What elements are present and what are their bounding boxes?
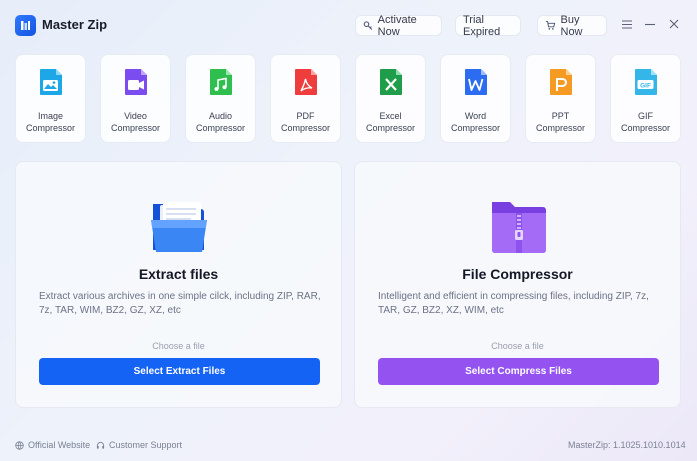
extract-description: Extract various archives in one simple c… (39, 291, 321, 316)
globe-icon (15, 440, 24, 450)
tool-label-line1: Word (464, 111, 487, 121)
zip-folder-icon (492, 202, 546, 253)
tool-label-line2: Compressor (110, 123, 160, 133)
word-icon (465, 69, 487, 95)
cart-icon (545, 21, 556, 30)
folder-icon (151, 202, 207, 252)
tool-card-ppt[interactable]: PPT Compressor (525, 54, 596, 143)
pdf-icon (295, 69, 317, 95)
excel-icon (380, 69, 402, 95)
version-text: MasterZip: 1.1025.1010.1014 (568, 440, 686, 450)
close-icon[interactable] (667, 17, 681, 31)
trial-expired-label: Trial Expired (463, 13, 501, 38)
tool-label-line1: GIF (638, 111, 653, 121)
tool-label-line2: Compressor (365, 123, 415, 133)
key-icon (363, 21, 373, 30)
extract-title: Extract files (138, 266, 219, 282)
compress-title: File Compressor (462, 266, 573, 282)
svg-text:GIF: GIF (640, 82, 651, 89)
buy-now-label: Buy Now (560, 13, 583, 38)
tool-label-line1: Video (124, 111, 147, 121)
menu-icon[interactable] (620, 17, 634, 31)
tool-label-line2: Compressor (195, 123, 245, 133)
official-website-link[interactable]: Official Website (15, 440, 90, 450)
tool-label-line2: Compressor (280, 123, 330, 133)
tool-card-word[interactable]: Word Compressor (440, 54, 511, 143)
extract-panel[interactable]: Extract files Extract various archives i… (15, 161, 342, 408)
trial-expired-badge[interactable]: Trial Expired (455, 13, 521, 38)
compress-choose-label: Choose a file (491, 341, 544, 351)
tool-card-gif[interactable]: GIF GIF Compressor (610, 54, 681, 143)
compress-panel[interactable]: File Compressor Intelligent and efficien… (354, 161, 681, 408)
activate-now-button[interactable]: Activate Now (355, 13, 442, 38)
buy-now-button[interactable]: Buy Now (537, 13, 607, 38)
tool-card-image[interactable]: Image Compressor (15, 54, 86, 143)
image-icon (40, 69, 62, 95)
customer-support-link[interactable]: Customer Support (96, 440, 182, 450)
tool-label-line1: Excel (379, 111, 402, 121)
audio-icon (210, 69, 232, 95)
tool-label-line2: Compressor (25, 123, 75, 133)
app-title: Master Zip (42, 17, 108, 32)
activate-now-label: Activate Now (377, 13, 417, 38)
gif-icon: GIF (635, 69, 657, 95)
version-label: MasterZip: 1.1025.1010.1014 (568, 440, 686, 450)
video-icon (125, 69, 147, 95)
compress-description: Intelligent and efficient in compressing… (378, 291, 649, 316)
select-compress-files-button[interactable]: Select Compress Files (378, 358, 659, 385)
tool-label-line2: Compressor (620, 123, 670, 133)
tool-label-line1: Audio (208, 111, 233, 121)
tool-label-line1: Image (37, 111, 63, 121)
tool-label-line2: Compressor (535, 123, 585, 133)
ppt-icon (550, 69, 572, 95)
tool-card-audio[interactable]: Audio Compressor (185, 54, 256, 143)
title-bar: Master Zip Activate Now Trial Expired Bu… (0, 0, 697, 50)
official-website-label: Official Website (28, 440, 91, 450)
minimize-icon[interactable] (643, 17, 657, 31)
tool-label-line2: Compressor (450, 123, 500, 133)
select-extract-files-button[interactable]: Select Extract Files (39, 358, 320, 385)
tool-card-video[interactable]: Video Compressor (100, 54, 171, 143)
headset-icon (96, 441, 105, 449)
customer-support-label: Customer Support (109, 440, 183, 450)
tool-label-line1: PDF (296, 111, 315, 121)
tool-card-excel[interactable]: Excel Compressor (355, 54, 426, 143)
extract-choose-label: Choose a file (152, 341, 205, 351)
tool-card-pdf[interactable]: PDF Compressor (270, 54, 341, 143)
tool-label-line1: PPT (551, 111, 570, 121)
app-logo-icon (15, 15, 36, 36)
